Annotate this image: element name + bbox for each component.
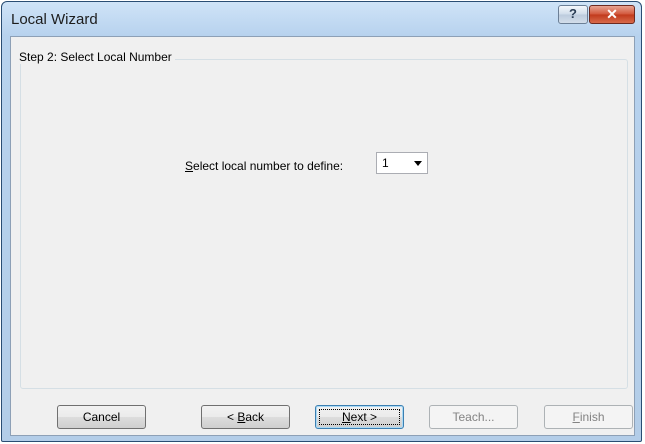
- finish-accelerator: F: [572, 410, 580, 424]
- cancel-label: Cancel: [82, 410, 121, 424]
- teach-button[interactable]: Teach...: [429, 405, 518, 429]
- local-number-value: 1: [382, 156, 389, 170]
- wizard-window: Local Wizard ? ✕ Step 2: Select Local Nu…: [1, 1, 642, 442]
- close-icon: ✕: [606, 6, 618, 22]
- teach-label: Teach...: [452, 410, 495, 424]
- dialog-client-area: Step 2: Select Local Number Select local…: [10, 36, 635, 436]
- back-button[interactable]: < Back: [201, 405, 290, 429]
- next-button[interactable]: Next >: [315, 405, 404, 429]
- window-title: Local Wizard: [11, 11, 98, 28]
- finish-label: inish: [579, 410, 605, 424]
- label-text: elect local number to define:: [193, 159, 344, 173]
- step-groupbox: [20, 59, 628, 389]
- label-accelerator: S: [185, 159, 194, 173]
- focus-rectangle: [319, 409, 400, 425]
- cancel-button[interactable]: Cancel: [57, 405, 146, 429]
- step-title: Step 2: Select Local Number: [16, 50, 175, 64]
- back-prefix: <: [226, 410, 238, 424]
- finish-button[interactable]: Finish: [544, 405, 633, 429]
- close-button[interactable]: ✕: [589, 5, 635, 24]
- local-number-label: Select local number to define:: [185, 159, 343, 173]
- help-icon: ?: [569, 6, 577, 21]
- local-number-dropdown[interactable]: 1: [376, 152, 428, 174]
- chevron-down-icon[interactable]: [414, 161, 422, 166]
- title-bar[interactable]: Local Wizard ? ✕: [2, 2, 641, 36]
- back-label: ack: [245, 410, 265, 424]
- help-button[interactable]: ?: [558, 5, 588, 24]
